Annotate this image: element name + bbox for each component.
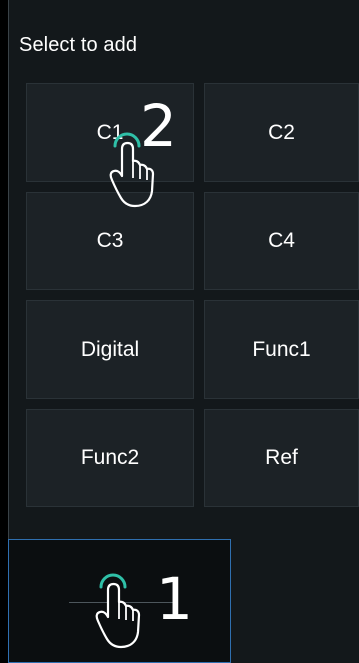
tile-c4[interactable]: C4 bbox=[204, 192, 359, 290]
tile-ref[interactable]: Ref bbox=[204, 409, 359, 507]
hand-pointer-icon bbox=[95, 573, 141, 649]
tile-label: Func2 bbox=[80, 446, 140, 469]
tile-label: C3 bbox=[96, 229, 124, 252]
touch-ripple-icon bbox=[113, 132, 141, 148]
slot-right-area bbox=[233, 539, 359, 663]
tile-digital[interactable]: Digital bbox=[26, 300, 194, 399]
tile-c2[interactable]: C2 bbox=[204, 83, 359, 182]
tile-func1[interactable]: Func1 bbox=[204, 300, 359, 399]
tile-label: C4 bbox=[268, 229, 295, 252]
tile-label: Ref bbox=[265, 446, 298, 469]
tile-label: Func1 bbox=[252, 337, 311, 361]
tile-label: Digital bbox=[80, 337, 140, 361]
hand-pointer-icon bbox=[109, 132, 155, 208]
tile-label: C2 bbox=[268, 120, 295, 144]
panel-header: Select to add bbox=[19, 34, 138, 56]
tile-func2[interactable]: Func2 bbox=[26, 409, 194, 507]
step-number-1: 1 bbox=[156, 565, 193, 633]
